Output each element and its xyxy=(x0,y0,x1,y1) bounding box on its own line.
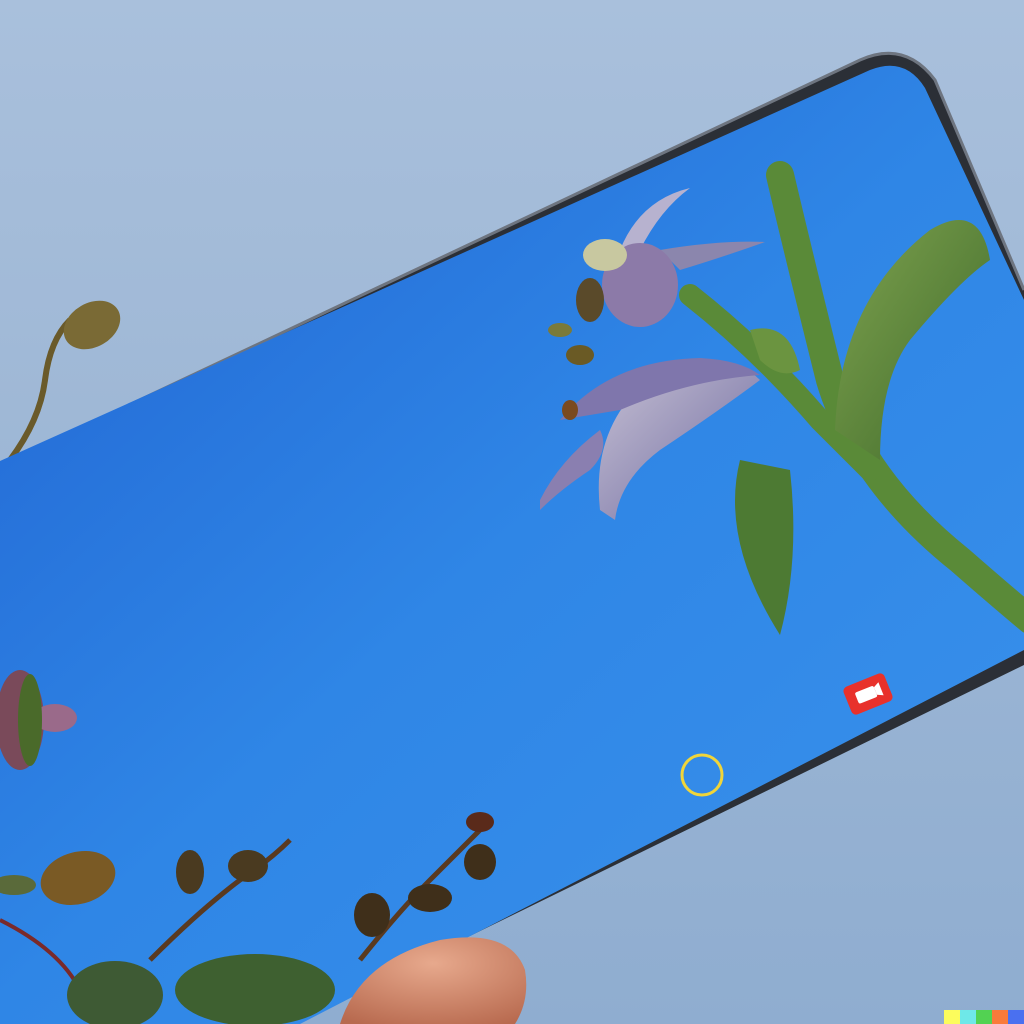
watermark-swatch-1 xyxy=(944,1010,960,1024)
phone xyxy=(0,51,1024,1024)
watermark xyxy=(944,1010,1024,1024)
watermark-swatch-4 xyxy=(992,1010,1008,1024)
phone-screen xyxy=(0,65,1024,1024)
watermark-swatch-2 xyxy=(960,1010,976,1024)
watermark-swatch-5 xyxy=(1008,1010,1024,1024)
photo-scene xyxy=(0,51,1024,1024)
watermark-swatch-3 xyxy=(976,1010,992,1024)
